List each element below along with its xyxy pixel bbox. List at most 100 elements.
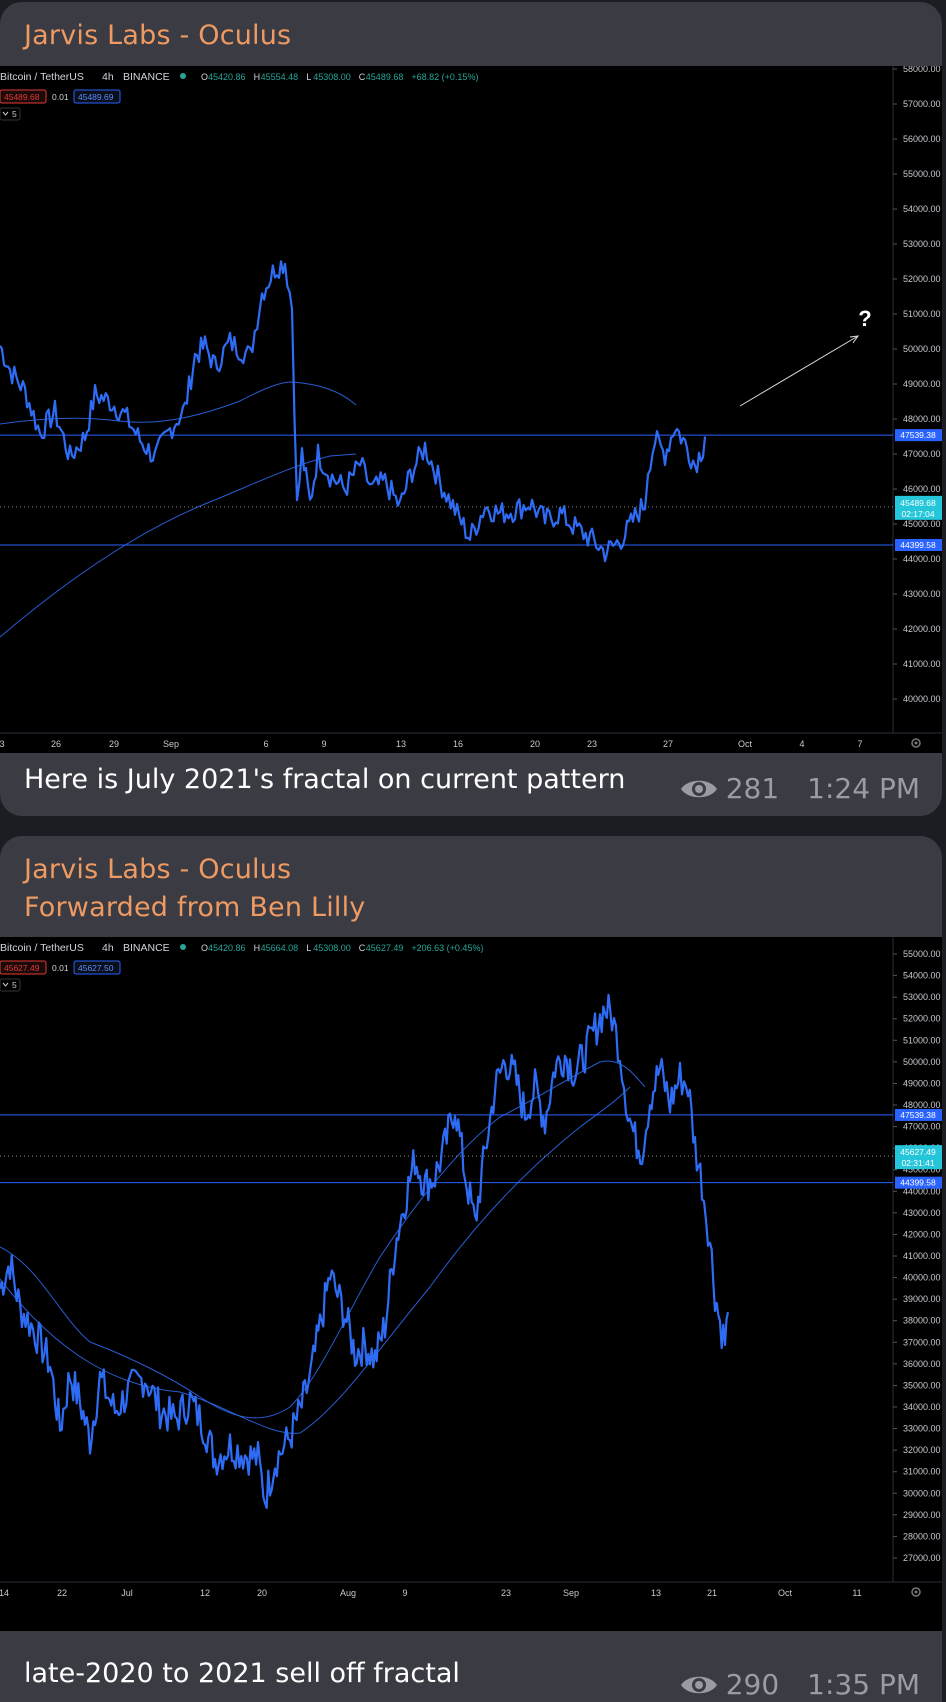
y-axis-tick-label: 55000.00 <box>903 949 941 959</box>
exchange-label: BINANCE <box>123 71 170 83</box>
y-axis-tick-label: 49000.00 <box>903 379 941 389</box>
ohlc-l-label: L <box>306 943 311 953</box>
x-axis-tick-label: 7 <box>857 739 862 749</box>
x-axis-tick-label: 29 <box>109 739 119 749</box>
x-axis-tick-label: 16 <box>453 739 463 749</box>
y-axis-tick-label: 37000.00 <box>903 1337 941 1347</box>
y-axis-tick-label: 44000.00 <box>903 554 941 564</box>
y-axis-tick-label: 27000.00 <box>903 1553 941 1563</box>
y-axis-tick-label: 55000.00 <box>903 169 941 179</box>
y-axis-tick-label: 53000.00 <box>903 992 941 1002</box>
indicators-toggle <box>0 107 21 121</box>
x-axis-tick-label: 9 <box>321 739 326 749</box>
x-axis-tick-label: 20 <box>530 739 540 749</box>
sender-name[interactable]: Jarvis Labs - Oculus <box>24 20 291 51</box>
message-bubble[interactable]: Jarvis Labs - Oculus Forwarded from Ben … <box>0 836 942 1702</box>
x-axis-tick-label: 20 <box>257 1588 267 1598</box>
indicators-count: 5 <box>12 109 17 119</box>
question-mark-annotation: ? <box>858 306 871 331</box>
y-axis-tick-label: 47000.00 <box>903 1122 941 1132</box>
gear-icon <box>911 738 921 748</box>
x-axis-tick-label: 12 <box>200 1588 210 1598</box>
sender-name[interactable]: Jarvis Labs - Oculus <box>24 854 291 885</box>
y-axis-tick-label: 47000.00 <box>903 449 941 459</box>
y-axis-tick-label: 30000.00 <box>903 1488 941 1498</box>
x-axis-tick-label: Oct <box>778 1588 793 1598</box>
y-axis-tick-label: 58000.00 <box>903 66 941 74</box>
current-price-label: 45627.49 <box>900 1147 936 1157</box>
countdown-label: 02:31:41 <box>901 1158 934 1168</box>
y-axis-tick-label: 48000.00 <box>903 1100 941 1110</box>
ohlc-change: +68.82 (+0.15%) <box>411 72 478 82</box>
interval-label: 4h <box>102 71 114 83</box>
x-axis-tick-label: 13 <box>651 1588 661 1598</box>
eye-icon <box>680 780 717 797</box>
ohlc-h-label: H <box>254 72 261 82</box>
y-axis-tick-label: 43000.00 <box>903 1208 941 1218</box>
y-axis-tick-label: 57000.00 <box>903 99 941 109</box>
y-axis-tick-label: 42000.00 <box>903 624 941 634</box>
indicators-count: 5 <box>12 980 17 990</box>
y-axis-tick-label: 50000.00 <box>903 344 941 354</box>
y-axis-tick-label: 33000.00 <box>903 1424 941 1434</box>
chart-legend: Bitcoin / TetherUS 4h BINANCE O 45420.86 H 455… <box>0 71 478 83</box>
level-price-label: 47539.38 <box>900 430 936 440</box>
ohlc-o-label: O <box>201 72 208 82</box>
view-count: 281 <box>725 772 780 805</box>
ohlc-h-label: H <box>254 943 261 953</box>
y-axis-tick-label: 35000.00 <box>903 1380 941 1390</box>
ask-price: 45627.50 <box>78 963 114 973</box>
x-axis-tick-label: 27 <box>663 739 673 749</box>
view-count: 290 <box>725 1668 780 1701</box>
ohlc-c-label: C <box>359 943 366 953</box>
y-axis-tick-label: 32000.00 <box>903 1445 941 1455</box>
forwarded-from[interactable]: Forwarded from Ben Lilly <box>24 892 365 923</box>
projection-arrow <box>739 335 859 407</box>
ohlc-change: +206.63 (+0.45%) <box>411 943 483 953</box>
y-axis-tick-label: 28000.00 <box>903 1531 941 1541</box>
level-price-label: 44399.58 <box>900 540 936 550</box>
x-axis-tick-label: 26 <box>51 739 61 749</box>
level-price-label: 44399.58 <box>900 1178 936 1188</box>
message-time: 1:35 PM <box>807 1668 920 1701</box>
x-axis-tick-label: 11 <box>852 1588 861 1598</box>
x-axis-tick-label: Jul <box>121 1588 133 1598</box>
y-axis-tick-label: 53000.00 <box>903 239 941 249</box>
chart-legend: Bitcoin / TetherUS 4h BINANCE O 45420.86 H 456… <box>0 942 483 954</box>
y-axis-tick-label: 41000.00 <box>903 1251 941 1261</box>
market-status-dot <box>180 944 186 950</box>
x-axis-tick-label: 22 <box>57 1588 67 1598</box>
chart-image[interactable]: 58000.00 57000.00 56000.00 55000.00 54000.00… <box>0 66 942 753</box>
y-axis-tick-label: 36000.00 <box>903 1359 941 1369</box>
countdown-label: 02:17:04 <box>901 509 934 519</box>
spread-value: 0.01 <box>52 92 69 102</box>
y-axis-tick-label: 38000.00 <box>903 1316 941 1326</box>
ohlc-c-label: C <box>359 72 366 82</box>
exchange-label: BINANCE <box>123 942 170 954</box>
y-axis-tick-label: 49000.00 <box>903 1078 941 1088</box>
chart-image[interactable]: 55000.00 54000.00 53000.00 52000.00 51000.00… <box>0 937 942 1631</box>
ohlc-o: 45420.86 <box>208 72 246 82</box>
ohlc-o: 45420.86 <box>208 943 246 953</box>
eye-icon <box>680 1676 717 1693</box>
y-axis-tick-label: 34000.00 <box>903 1402 941 1412</box>
ohlc-o-label: O <box>201 943 208 953</box>
y-axis-tick-label: 39000.00 <box>903 1294 941 1304</box>
bid-price: 45627.49 <box>4 963 40 973</box>
x-axis-tick-label: Sep <box>163 739 179 749</box>
y-axis-tick-label: 29000.00 <box>903 1510 941 1520</box>
price-chart: 55000.00 54000.00 53000.00 52000.00 51000.00… <box>0 937 942 1598</box>
y-axis-tick-label: 50000.00 <box>903 1057 941 1067</box>
y-axis-tick-label: 52000.00 <box>903 274 941 284</box>
spread-value: 0.01 <box>52 963 69 973</box>
ask-price: 45489.69 <box>78 92 114 102</box>
x-axis-tick-label: Sep <box>563 1588 579 1598</box>
indicators-toggle <box>0 978 21 992</box>
y-axis-tick-label: 45000.00 <box>903 519 941 529</box>
ohlc-h: 45664.08 <box>261 943 299 953</box>
y-axis-tick-label: 51000.00 <box>903 1035 941 1045</box>
y-axis-tick-label: 51000.00 <box>903 309 941 319</box>
message-meta: 290 1:35 PM <box>680 1668 920 1701</box>
y-axis-tick-label: 46000.00 <box>903 484 941 494</box>
message-bubble[interactable]: Jarvis Labs - Oculus 58000.00 57000.00 560… <box>0 2 942 816</box>
